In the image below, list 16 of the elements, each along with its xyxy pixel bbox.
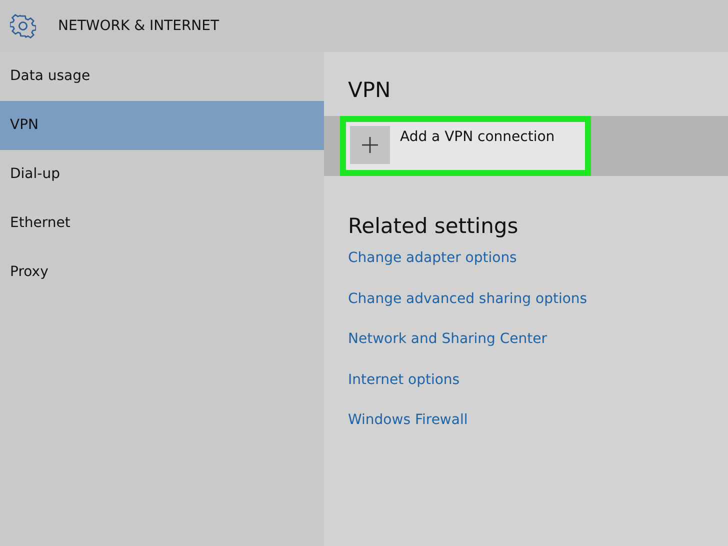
sidebar-item[interactable]: VPN xyxy=(0,101,324,150)
sidebar-item[interactable]: Dial-up xyxy=(0,150,324,199)
settings-link[interactable]: Change advanced sharing options xyxy=(348,288,588,308)
settings-link[interactable]: Change adapter options xyxy=(348,248,517,268)
settings-icon xyxy=(10,13,36,39)
section-heading: Related settings xyxy=(348,214,518,238)
plus-icon xyxy=(350,126,390,164)
sidebar-item[interactable]: Proxy xyxy=(0,248,324,297)
sidebar-item[interactable]: Ethernet xyxy=(0,199,324,248)
sidebar-item[interactable]: Data usage xyxy=(0,52,324,101)
add-vpn-button[interactable]: Add a VPN connection xyxy=(340,116,591,176)
section-heading: VPN xyxy=(348,78,391,102)
page-title: NETWORK & INTERNET xyxy=(58,18,220,34)
settings-link[interactable]: Windows Firewall xyxy=(348,410,468,430)
settings-link[interactable]: Network and Sharing Center xyxy=(348,329,548,349)
settings-link[interactable]: Internet options xyxy=(348,370,460,390)
